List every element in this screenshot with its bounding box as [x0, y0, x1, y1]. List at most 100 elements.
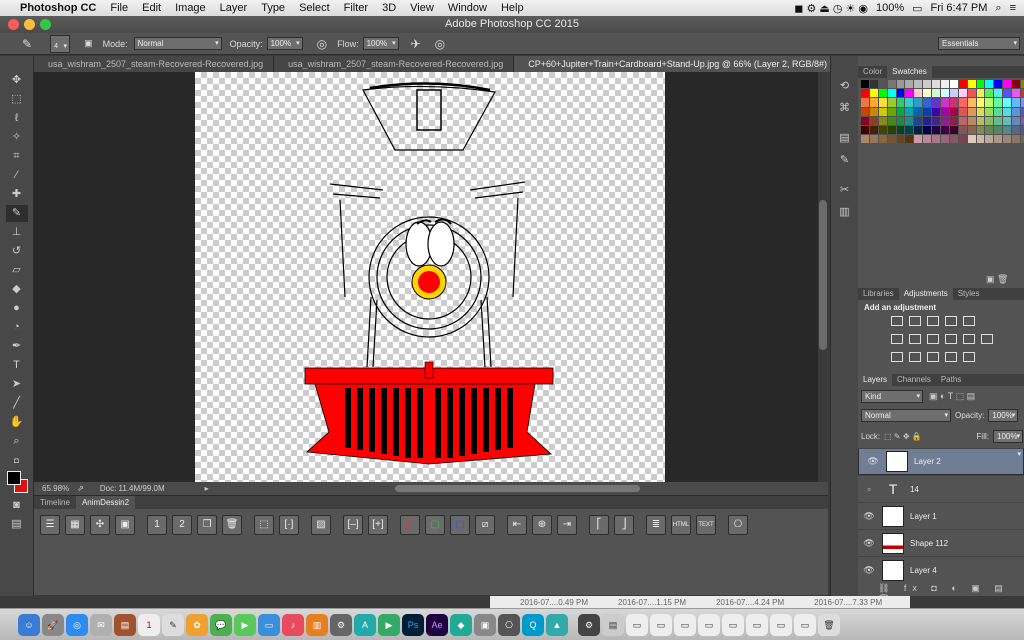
- contacts-icon[interactable]: ▤: [114, 613, 136, 636]
- screen-mode-icon[interactable]: ▤: [6, 516, 28, 533]
- swatch[interactable]: [932, 107, 941, 116]
- swatch[interactable]: [896, 107, 905, 116]
- tab-timeline[interactable]: Timeline: [34, 496, 76, 509]
- swatch[interactable]: [967, 98, 976, 107]
- swatch[interactable]: [985, 107, 994, 116]
- menu-type[interactable]: Type: [254, 2, 292, 14]
- file-stack-icon[interactable]: ▭: [794, 613, 816, 636]
- swatch[interactable]: [985, 116, 994, 125]
- brush-size-picker[interactable]: 4: [50, 34, 71, 58]
- swatch[interactable]: [958, 98, 967, 107]
- blue-frame-icon[interactable]: ▢: [450, 515, 470, 535]
- swatch[interactable]: [949, 98, 958, 107]
- shrink-range-icon[interactable]: [–]: [343, 515, 363, 535]
- duplicate-icon[interactable]: ❐: [197, 515, 217, 535]
- file-stack-icon[interactable]: ▭: [650, 613, 672, 636]
- adjustment-icons[interactable]: [888, 316, 1018, 370]
- swatch[interactable]: [878, 89, 887, 98]
- tab-paths[interactable]: Paths: [936, 374, 966, 386]
- swatch[interactable]: [949, 80, 958, 89]
- swatch[interactable]: [985, 125, 994, 135]
- swatch[interactable]: [994, 116, 1003, 125]
- vertical-scroll-thumb[interactable]: [819, 200, 827, 350]
- swatch[interactable]: [1012, 135, 1021, 144]
- swatch[interactable]: [932, 98, 941, 107]
- green-frame-icon[interactable]: ▢: [425, 515, 445, 535]
- swatch[interactable]: [923, 125, 932, 135]
- swatch[interactable]: [905, 89, 914, 98]
- swatch[interactable]: [1012, 116, 1021, 125]
- path-selection-tool-icon[interactable]: ➤: [6, 376, 28, 393]
- swatch[interactable]: [914, 116, 923, 125]
- swatch[interactable]: [923, 98, 932, 107]
- trash-icon[interactable]: 🗑: [818, 613, 840, 636]
- file-stack-icon[interactable]: ▭: [746, 613, 768, 636]
- visibility-eye-icon[interactable]: 👁: [858, 565, 880, 576]
- swatch[interactable]: [976, 135, 985, 144]
- swatch[interactable]: [941, 80, 949, 89]
- notes-panel-icon[interactable]: ✎: [837, 152, 853, 168]
- info-panel-icon[interactable]: ▤: [837, 130, 853, 146]
- swatch[interactable]: [905, 107, 914, 116]
- flow-field[interactable]: 100%: [362, 37, 399, 50]
- film-strip-icon[interactable]: ▦: [65, 515, 85, 535]
- menu-image[interactable]: Image: [168, 2, 213, 14]
- tab-document-active[interactable]: CP+60+Jupiter+Train+Cardboard+Stand-Up.j…: [514, 56, 844, 72]
- layers-align-icon[interactable]: ☰: [40, 515, 60, 535]
- swatch[interactable]: [878, 107, 887, 116]
- lasso-tool-icon[interactable]: ℓ: [6, 110, 28, 127]
- timeline-film-icon[interactable]: ▧: [311, 515, 331, 535]
- layer-row-layer-4[interactable]: 👁 Layer 4: [858, 556, 1024, 583]
- safari-icon[interactable]: ◎: [66, 613, 88, 636]
- swatch[interactable]: [861, 80, 869, 89]
- swatch[interactable]: [967, 107, 976, 116]
- swatch[interactable]: [905, 125, 914, 135]
- properties-panel-icon[interactable]: ⌘: [837, 100, 853, 116]
- foreground-color-swatch[interactable]: [7, 471, 21, 485]
- tab-libraries[interactable]: Libraries: [858, 288, 899, 300]
- swatch[interactable]: [896, 125, 905, 135]
- swatch[interactable]: [914, 135, 923, 144]
- onion-skin-icon[interactable]: ✣: [90, 515, 110, 535]
- swatch[interactable]: [932, 116, 941, 125]
- red-frame-icon[interactable]: ▢: [400, 515, 420, 535]
- menu-view[interactable]: View: [403, 2, 441, 14]
- healing-brush-tool-icon[interactable]: ✚: [6, 186, 28, 203]
- clone-stamp-tool-icon[interactable]: ⊥: [6, 224, 28, 241]
- blur-tool-icon[interactable]: ●: [6, 300, 28, 317]
- new-swatch-icon[interactable]: ▣ 🗑: [986, 274, 1008, 285]
- swatch[interactable]: [1012, 80, 1021, 89]
- visibility-eye-icon[interactable]: 👁: [858, 538, 880, 549]
- swatch[interactable]: [1003, 89, 1012, 98]
- visibility-off-icon[interactable]: ▫: [858, 484, 880, 494]
- after-effects-icon[interactable]: Ae: [426, 613, 448, 636]
- brush-tool-icon[interactable]: ✎: [22, 37, 32, 51]
- pressure-size-icon[interactable]: ◎: [435, 37, 445, 51]
- layer-filter-select[interactable]: Kind: [861, 390, 923, 403]
- layer-row-14[interactable]: ▫ T 14: [858, 475, 1024, 502]
- filter-icons[interactable]: ▣ ◐ T ⬚ ▤: [929, 391, 975, 402]
- swatch[interactable]: [887, 107, 896, 116]
- frame-2-icon[interactable]: 2: [172, 515, 192, 535]
- menu-file[interactable]: File: [103, 2, 135, 14]
- eyedropper-tool-icon[interactable]: ⁄: [6, 167, 28, 184]
- swatch[interactable]: [967, 116, 976, 125]
- swatch[interactable]: [1012, 107, 1021, 116]
- default-colors-icon[interactable]: ◘: [6, 452, 28, 469]
- brush-tool-icon-active[interactable]: ✎: [5, 205, 28, 222]
- tab-document-2[interactable]: usa_wishram_2507_steam-Recovered-Recover…: [274, 56, 515, 72]
- swatch[interactable]: [976, 89, 985, 98]
- photoshop-icon[interactable]: Ps: [402, 613, 424, 636]
- mode-select[interactable]: Normal: [133, 37, 222, 50]
- swatch[interactable]: [878, 135, 887, 144]
- swatch[interactable]: [1003, 125, 1012, 135]
- notification-icon[interactable]: ≡: [1010, 2, 1016, 14]
- swatch[interactable]: [878, 116, 887, 125]
- swatch[interactable]: [941, 135, 949, 144]
- itunes-icon[interactable]: ♪: [282, 613, 304, 636]
- swatch[interactable]: [869, 89, 878, 98]
- swatch[interactable]: [932, 80, 941, 89]
- swatch[interactable]: [941, 107, 949, 116]
- next-frame-icon[interactable]: ⇥: [557, 515, 577, 535]
- horizontal-scroll-thumb[interactable]: [395, 485, 640, 492]
